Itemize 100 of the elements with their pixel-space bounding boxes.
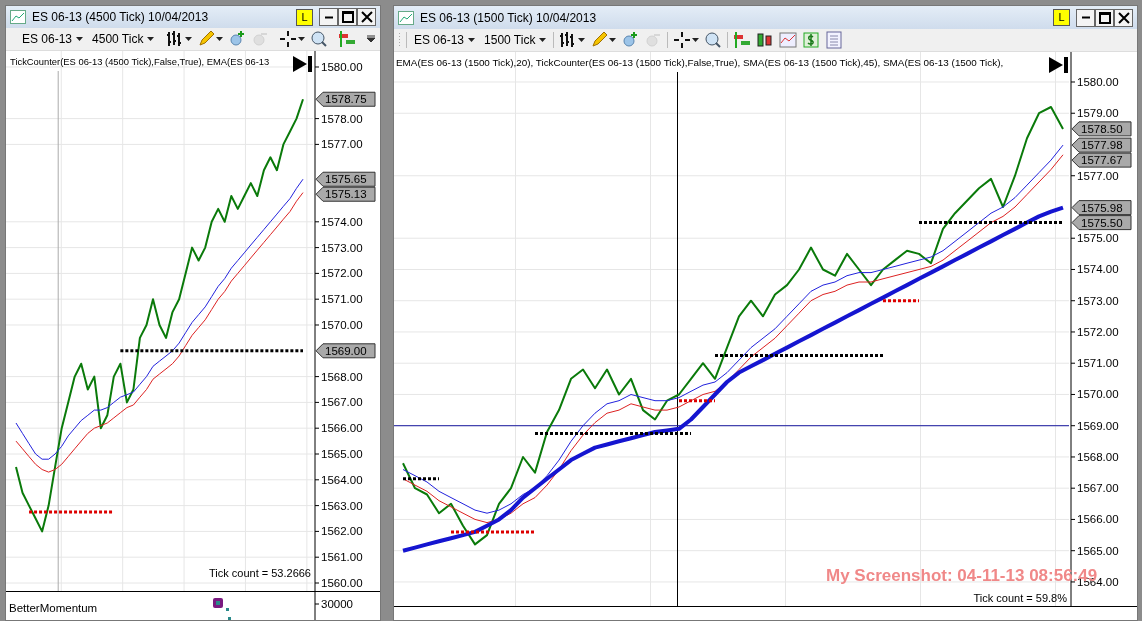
chart-icon xyxy=(398,10,414,25)
lock-button[interactable]: L xyxy=(1053,9,1070,27)
zoom-icon xyxy=(310,30,329,49)
panel-label: BetterMomentum xyxy=(9,602,98,614)
price-flag: 1575.98 xyxy=(1071,200,1132,216)
strategy-icon xyxy=(733,31,752,50)
price-flag: 1577.67 xyxy=(1071,153,1132,169)
axis-tick-label: 1575.00 xyxy=(1077,232,1119,245)
skip-to-end-icon[interactable] xyxy=(1049,57,1068,74)
properties-icon xyxy=(825,31,844,50)
instrument-dropdown[interactable]: ES 06-13 xyxy=(20,30,86,49)
lock-button[interactable]: L xyxy=(296,8,313,26)
axis-tick-label: 1573.00 xyxy=(321,241,363,254)
caret-icon xyxy=(216,36,224,42)
axis-tick-label: 1579.00 xyxy=(1077,107,1119,120)
overflow-button[interactable] xyxy=(366,35,377,44)
axis-tick-label: 1580.00 xyxy=(1077,76,1119,89)
close-button[interactable] xyxy=(357,8,376,27)
crosshair-button[interactable] xyxy=(279,30,306,49)
strategy-button[interactable] xyxy=(338,30,357,49)
caret-icon xyxy=(298,36,306,42)
caret-icon xyxy=(609,37,617,43)
crosshair-icon xyxy=(673,31,692,50)
axis-tick-label: 1580.00 xyxy=(321,61,363,73)
bar-chart-button[interactable] xyxy=(166,30,193,49)
caret-icon xyxy=(76,36,84,42)
axis-tick-label: 1573.00 xyxy=(1077,295,1119,308)
candlestick-button[interactable] xyxy=(756,31,775,50)
strategy-icon xyxy=(338,30,357,49)
price-flag: 1569.00 xyxy=(315,343,376,359)
pencil-button[interactable] xyxy=(197,30,224,49)
axis-tick-label: 1561.00 xyxy=(321,551,363,564)
remove-indicator-icon xyxy=(251,30,270,49)
period-dropdown[interactable]: 4500 Tick xyxy=(90,30,157,49)
axis-tick-label: 1566.00 xyxy=(321,422,363,435)
caret-icon xyxy=(692,37,700,43)
close-button[interactable] xyxy=(1114,8,1133,27)
close-icon xyxy=(1117,11,1130,24)
tick-count-text: Tick count = 53.2666 xyxy=(208,567,311,579)
axis-tick-label: 1569.00 xyxy=(1077,420,1119,433)
add-indicator-button[interactable] xyxy=(621,31,640,50)
minimize-button[interactable] xyxy=(1076,8,1095,27)
axis-tick-label: 1567.00 xyxy=(321,396,363,409)
bar-chart-button[interactable] xyxy=(559,31,586,50)
price-flag: 1578.50 xyxy=(1071,121,1132,137)
caret-icon xyxy=(468,37,476,43)
axis-tick-label: 1566.00 xyxy=(1077,513,1119,526)
axis-tick-label: 1571.00 xyxy=(1077,357,1119,370)
axis-tick-label: 1565.00 xyxy=(321,448,363,460)
axis-tick-label: 1570.00 xyxy=(1077,388,1119,401)
add-indicator-icon xyxy=(621,31,640,50)
caret-icon xyxy=(539,37,547,43)
axis-tick-label: 1578.00 xyxy=(321,112,363,125)
dollar-button[interactable] xyxy=(802,31,821,50)
maximize-button[interactable] xyxy=(1095,8,1114,27)
indicator-legend: TickCounter(ES 06-13 (4500 Tick),False,True), EMA(ES 06-13 xyxy=(10,56,270,67)
axis-tick-label: 1568.00 xyxy=(321,370,363,383)
axis-tick-label: 30000 xyxy=(321,598,353,610)
momentum-marker xyxy=(213,598,231,620)
zoom-button[interactable] xyxy=(704,31,723,50)
chart-icon xyxy=(10,10,26,25)
axis-tick-label: 1565.00 xyxy=(1077,545,1119,558)
indicator-legend: EMA(ES 06-13 (1500 Tick),20), TickCounter(ES 06-13 (1500 Tick),False,True), SMA(ES 06-13 (1500 Tick),45), SMA(ES 06-13 (1500 Tick), xyxy=(396,57,1004,69)
minimize-button[interactable] xyxy=(319,8,338,27)
crosshair-button[interactable] xyxy=(673,31,700,50)
price-flag: 1577.98 xyxy=(1071,138,1132,154)
window-title: ES 06-13 (1500 Tick) 10/04/2013 xyxy=(420,9,598,27)
instrument-dropdown[interactable]: ES 06-13 xyxy=(412,31,478,50)
axis-tick-label: 1564.00 xyxy=(321,473,363,486)
overflow-icon xyxy=(366,35,377,44)
axis-tick-label: 1567.00 xyxy=(1077,482,1119,495)
strategy-button[interactable] xyxy=(733,31,752,50)
add-indicator-button[interactable] xyxy=(228,30,247,49)
candlestick-icon xyxy=(756,31,775,50)
zoom-button[interactable] xyxy=(310,30,329,49)
maximize-button[interactable] xyxy=(338,8,357,27)
dollar-icon xyxy=(802,31,821,50)
pencil-button[interactable] xyxy=(590,31,617,50)
price-flag: 1575.50 xyxy=(1071,215,1132,231)
axis-tick-label: 1572.00 xyxy=(1077,326,1119,339)
zoom-icon xyxy=(704,31,723,50)
axis-tick-label: 1572.00 xyxy=(321,267,363,280)
period-dropdown[interactable]: 1500 Tick xyxy=(482,31,549,50)
line-chart-button[interactable] xyxy=(779,31,798,50)
price-flag: 1575.65 xyxy=(315,171,376,187)
axis-tick-label: 1577.00 xyxy=(1077,170,1119,183)
price-flag: 1575.13 xyxy=(315,186,376,202)
axis-tick-label: 1560.00 xyxy=(321,577,363,589)
caret-icon xyxy=(578,37,586,43)
axis-tick-label: 1571.00 xyxy=(321,293,363,306)
maximize-icon xyxy=(341,11,354,24)
tick-count-text: Tick count = 59.8% xyxy=(973,592,1067,605)
line-chart-icon xyxy=(779,31,798,50)
window-title: ES 06-13 (4500 Tick) 10/04/2013 xyxy=(32,9,210,27)
skip-to-end-icon[interactable] xyxy=(293,56,312,72)
axis-tick-label: 1574.00 xyxy=(1077,263,1119,276)
axis-tick-label: 1562.00 xyxy=(321,525,363,538)
add-indicator-icon xyxy=(228,30,247,49)
close-icon xyxy=(360,11,373,24)
minimize-icon xyxy=(323,15,334,19)
